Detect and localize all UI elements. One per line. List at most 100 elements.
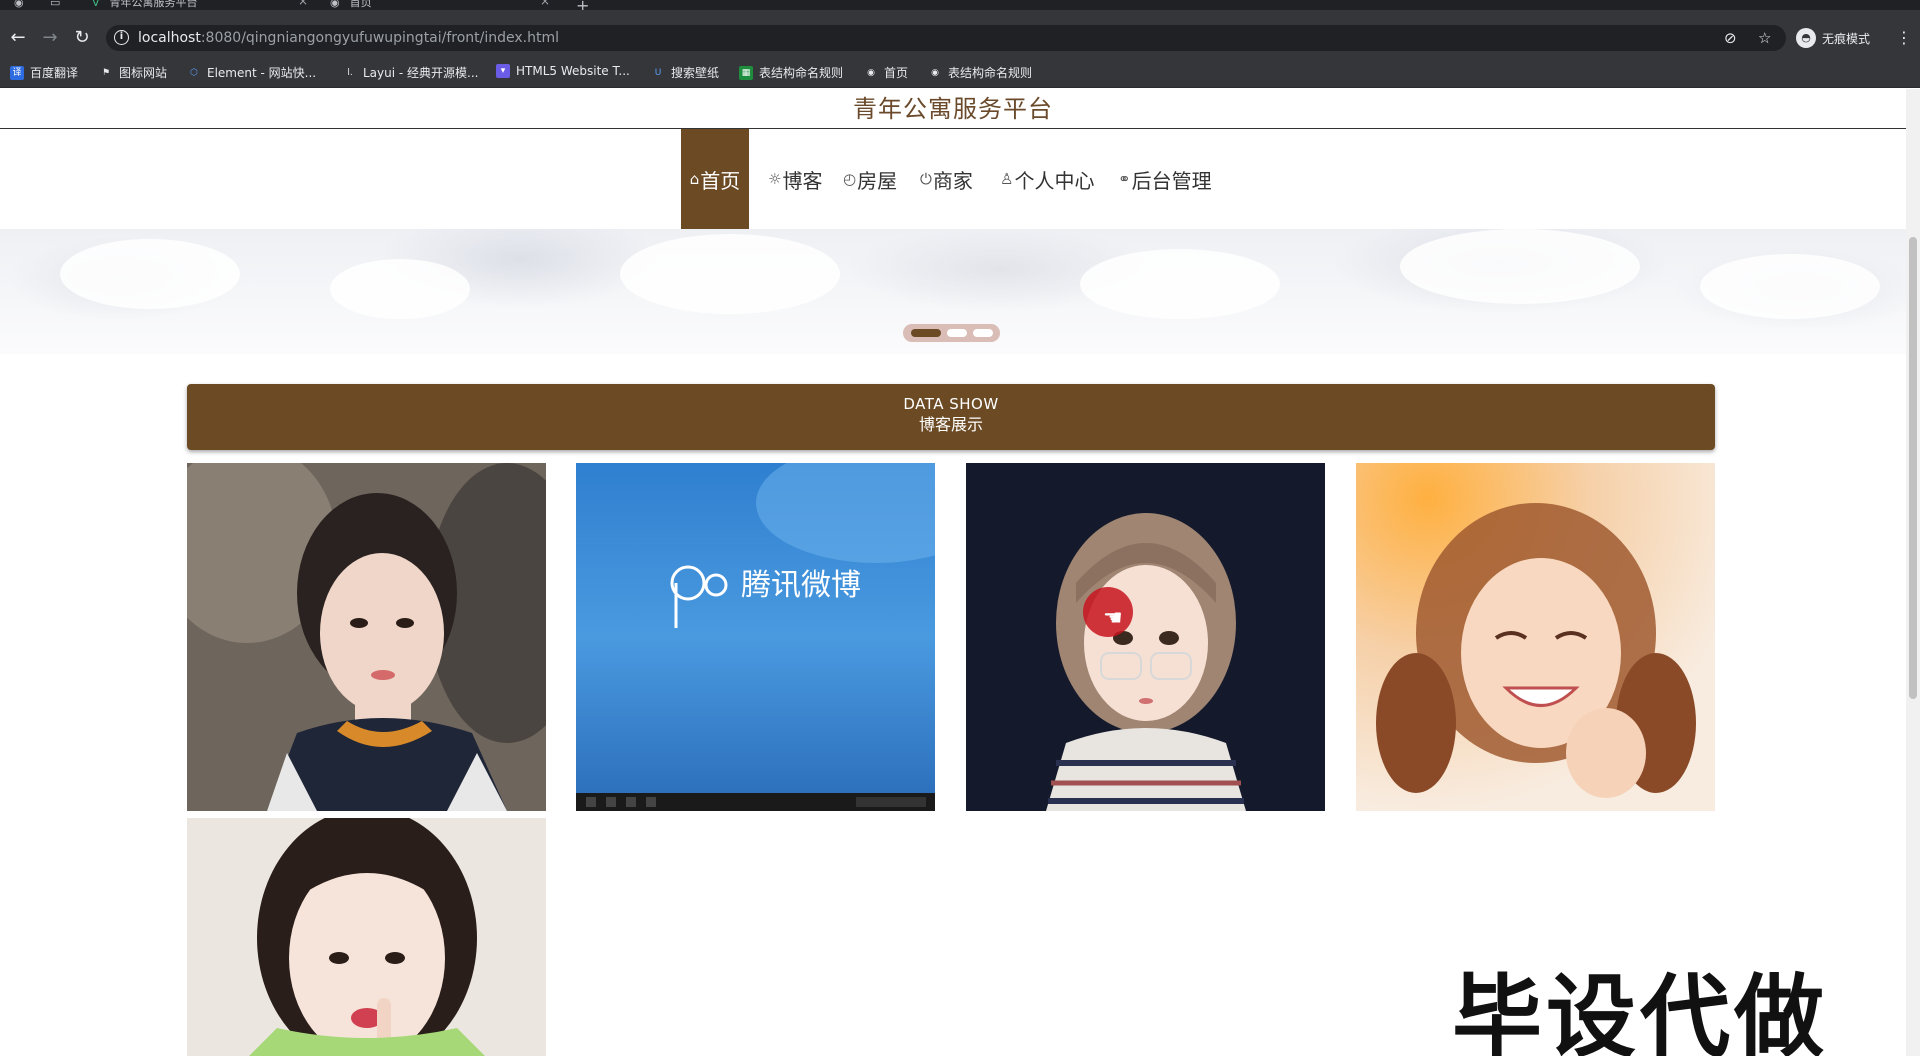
blog-card-image [187, 463, 546, 811]
nav-label: 商家 [932, 168, 973, 193]
layui-icon: l. [347, 67, 353, 78]
nav-label: 博客 [782, 168, 823, 193]
blog-card[interactable] [966, 463, 1325, 811]
nav-item-blog[interactable]: ☼ 博客 [768, 129, 822, 229]
nav-label: 后台管理 [1131, 168, 1212, 193]
home-icon: ⌂ [689, 170, 700, 188]
carousel-banner[interactable] [0, 229, 1906, 354]
tab-generic-icon: ▭ [50, 0, 61, 9]
incognito-icon: ◓ [1796, 28, 1816, 48]
close-tab-icon[interactable]: × [540, 0, 550, 7]
blog-card-image [966, 463, 1325, 811]
nav-label: 首页 [700, 168, 741, 193]
bookmark-label: 百度翻译 [30, 66, 79, 80]
translate-icon: 译 [10, 65, 24, 80]
bookmark-label: Element - 网站快... [207, 66, 317, 80]
nav-item-home[interactable]: ⌂ 首页 [681, 129, 749, 229]
url-path: :8080/qingniangongyufuwupingtai/front/in… [200, 30, 560, 46]
eye-off-icon[interactable]: ⊘ [1724, 29, 1737, 47]
globe-icon: ◉ [330, 0, 340, 9]
user-icon: ♙ [1000, 170, 1014, 188]
browser-tab-2[interactable]: ◉ 首页 × [330, 0, 556, 10]
hand-pointer-icon: ☚ [1103, 606, 1123, 631]
banner-snow-shape [60, 239, 240, 309]
site-header: 青年公寓服务平台 [0, 89, 1906, 129]
back-arrow-icon[interactable]: ← [4, 24, 32, 52]
browser-logo-icon: ◉ [14, 0, 24, 9]
nav-item-user-center[interactable]: ♙ 个人中心 [1000, 129, 1094, 229]
blog-card[interactable] [1356, 463, 1715, 811]
blog-card[interactable] [187, 818, 546, 1056]
bookmark-item[interactable]: l. Layui - 经典开源模... [343, 64, 478, 81]
carousel-dot-3[interactable] [973, 329, 993, 337]
page-scrollbar[interactable] [1906, 89, 1920, 1056]
blog-card[interactable]: 腾讯微博 [576, 463, 935, 811]
blog-card[interactable] [187, 463, 546, 811]
tab-title: 青年公寓服务平台 [109, 0, 198, 9]
section-title-en: DATA SHOW [903, 395, 999, 413]
bookmark-item[interactable]: 译 百度翻译 [10, 64, 78, 81]
address-bar[interactable]: i localhost:8080/qingniangongyufuwupingt… [106, 25, 1786, 51]
more-menu-icon[interactable]: ⋮ [1896, 28, 1912, 47]
bookmark-item[interactable]: U 搜索壁纸 [651, 64, 719, 81]
globe-icon: ◉ [931, 67, 939, 78]
banner-snow-shape [620, 234, 840, 314]
bookmark-item[interactable]: ▾ HTML5 Website T... [496, 64, 630, 78]
vue-icon: V [92, 0, 100, 9]
bookmark-item[interactable]: ◉ 首页 [864, 64, 908, 81]
carousel-dot-1[interactable] [911, 329, 941, 337]
dashboard-icon: ◴ [843, 170, 857, 188]
browser-tab-1[interactable]: V 青年公寓服务平台 × [92, 0, 310, 10]
bookmark-label: 表结构命名规则 [948, 66, 1033, 80]
nav-item-merchant[interactable]: ⏻ 商家 [920, 129, 973, 229]
weibo-logo-text: 腾讯微博 [741, 568, 861, 603]
bookmark-item[interactable]: ▦ 表结构命名规则 [739, 64, 843, 81]
link-icon: ⚭ [1118, 170, 1131, 188]
nav-item-house[interactable]: ◴ 房屋 [843, 129, 897, 229]
section-header: DATA SHOW 博客展示 [187, 384, 1715, 450]
bookmark-item[interactable]: ⬡ Element - 网站快... [187, 64, 316, 81]
power-icon: ⏻ [920, 170, 932, 188]
blog-icon: ☼ [768, 170, 782, 188]
web-page: 青年公寓服务平台 ⌂ 首页 ☼ 博客 ◴ 房屋 ⏻ 商家 ♙ 个人中心 ⚭ 后台… [0, 89, 1906, 1056]
forward-arrow-icon[interactable]: → [36, 24, 64, 52]
site-info-icon[interactable]: i [114, 30, 129, 45]
bookmark-label: 表结构命名规则 [759, 66, 844, 80]
browser-tab-strip: ◉ ▭ V 青年公寓服务平台 × ◉ 首页 × + [0, 0, 1920, 10]
bookmark-label: Layui - 经典开源模... [363, 66, 479, 80]
blog-card-image [187, 818, 546, 1056]
bookmark-item[interactable]: ◉ 表结构命名规则 [928, 64, 1032, 81]
bookmark-label: HTML5 Website T... [516, 64, 630, 78]
bookmark-label: 搜索壁纸 [671, 66, 720, 80]
wallpaper-icon: U [654, 67, 662, 78]
carousel-dot-2[interactable] [947, 329, 967, 337]
nav-item-admin[interactable]: ⚭ 后台管理 [1118, 129, 1212, 229]
flag-icon: ⚑ [101, 67, 111, 78]
html5-icon: ▾ [496, 64, 510, 78]
watermark-text: 毕设代做 [1452, 965, 1828, 1056]
incognito-profile-button[interactable]: ◓ 无痕模式 [1796, 25, 1870, 51]
tab-title: 首页 [349, 0, 372, 9]
profile-label: 无痕模式 [1822, 31, 1871, 46]
site-title: 青年公寓服务平台 [853, 95, 1053, 123]
banner-snow-shape [1400, 229, 1640, 304]
close-tab-icon[interactable]: × [298, 0, 308, 7]
scrollbar-thumb[interactable] [1909, 237, 1917, 699]
banner-snow-shape [1700, 254, 1880, 319]
new-tab-button[interactable]: + [576, 0, 589, 10]
bookmark-item[interactable]: ⚑ 图标网站 [99, 64, 167, 81]
globe-icon: ◉ [867, 67, 875, 78]
url-host: localhost [138, 30, 201, 46]
main-nav: ⌂ 首页 ☼ 博客 ◴ 房屋 ⏻ 商家 ♙ 个人中心 ⚭ 后台管理 [0, 129, 1906, 229]
carousel-indicators [903, 324, 1000, 342]
reload-icon[interactable]: ↻ [68, 24, 96, 52]
star-icon[interactable]: ☆ [1758, 29, 1771, 47]
banner-snow-shape [1080, 249, 1280, 319]
url-text[interactable]: localhost:8080/qingniangongyufuwupingtai… [138, 30, 559, 46]
bookmark-label: 图标网站 [119, 66, 168, 80]
section-title-zh: 博客展示 [918, 415, 983, 434]
nav-label: 房屋 [857, 168, 898, 193]
nav-label: 个人中心 [1014, 168, 1095, 193]
sheet-icon: ▦ [739, 65, 753, 80]
bookmark-label: 首页 [884, 66, 909, 80]
